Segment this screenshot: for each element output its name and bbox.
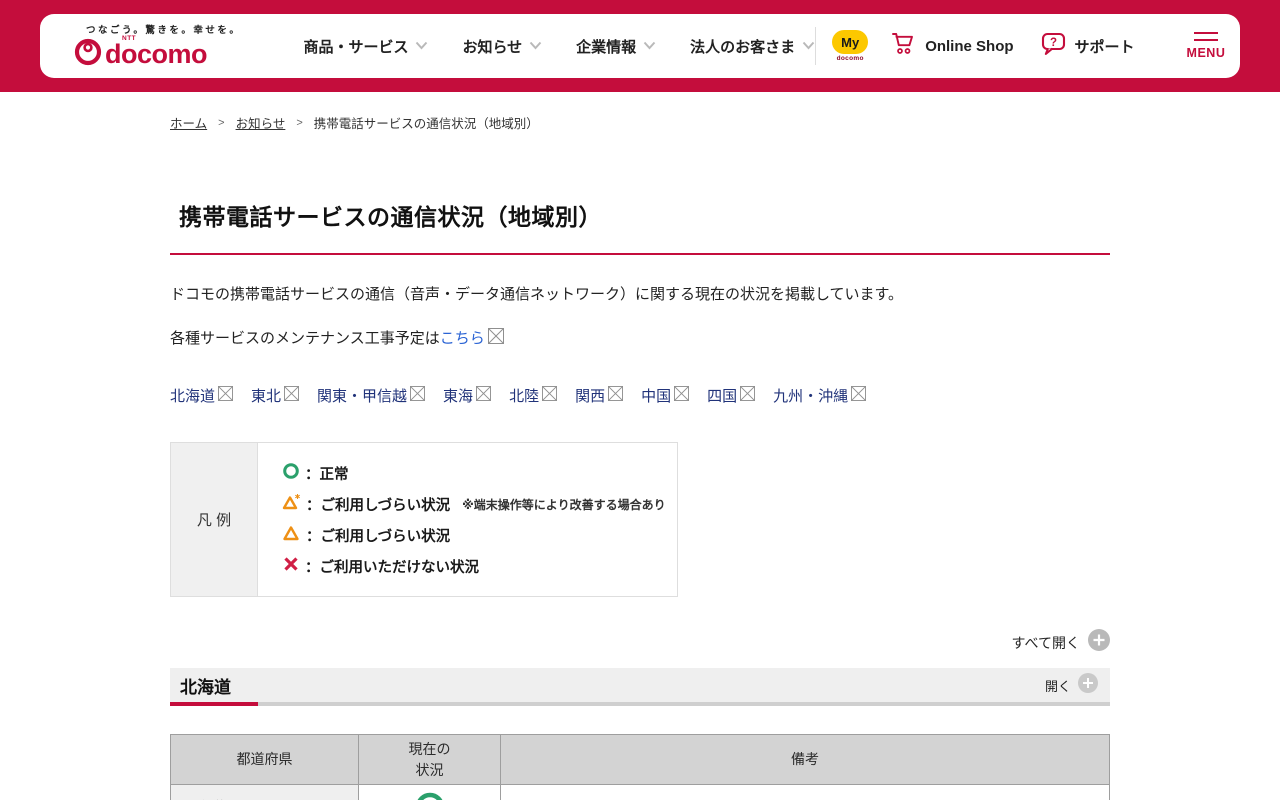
divider	[815, 27, 817, 65]
header-remarks: 備考	[500, 734, 1110, 785]
my-docomo-icon: My	[832, 30, 869, 54]
expand-all-button[interactable]: すべて開く	[170, 629, 1110, 656]
svg-text:?: ?	[1050, 37, 1057, 49]
region-link-shikoku[interactable]: 四国	[707, 385, 756, 406]
region-link-hokuriku[interactable]: 北陸	[509, 385, 558, 406]
plus-circle-icon	[1078, 672, 1098, 698]
region-link-kansai[interactable]: 関西	[575, 385, 624, 406]
maintenance-line: 各種サービスのメンテナンス工事予定は こちら	[170, 327, 1110, 348]
menu-button[interactable]: MENU	[1187, 32, 1226, 60]
page-title: 携帯電話サービスの通信状況（地域別）	[170, 198, 1110, 255]
broken-image-icon	[284, 386, 300, 405]
remarks-cell	[500, 784, 1110, 800]
docomo-wordmark: docomo	[105, 38, 208, 69]
region-link-kyushu-okinawa[interactable]: 九州・沖縄	[773, 385, 867, 406]
broken-image-icon	[487, 327, 504, 348]
support-button[interactable]: ? サポート	[1040, 30, 1135, 62]
prefecture-cell: 北海道	[170, 784, 359, 800]
chevron-down-icon	[415, 37, 428, 55]
legend-heading: 凡 例	[171, 443, 258, 596]
my-docomo-button[interactable]: My docomo	[832, 30, 869, 62]
table-header-row: 都道府県 現在の 状況 備考	[170, 734, 1110, 785]
broken-image-icon	[542, 386, 558, 405]
hamburger-icon	[1193, 32, 1218, 41]
broken-image-icon	[476, 386, 492, 405]
header-bar: つなごう。驚きを。幸せを。 NTT docomo 商品・サービス お知らせ 企業…	[40, 14, 1240, 78]
section-underline	[170, 702, 1110, 706]
region-link-hokkaido[interactable]: 北海道	[170, 385, 234, 406]
breadcrumb-current-page: 携帯電話サービスの通信状況（地域別）	[313, 117, 539, 131]
breadcrumb-separator: >	[296, 116, 303, 129]
brand-tagline: つなごう。驚きを。幸せを。	[86, 24, 242, 36]
main-content: 携帯電話サービスの通信状況（地域別） ドコモの携帯電話サービスの通信（音声・デー…	[170, 198, 1110, 800]
legend-item-degraded-improvable: ：ご利用しづらい状況 ※端末操作等により改善する場合あり	[282, 493, 667, 516]
maintenance-schedule-link[interactable]: こちら	[440, 327, 485, 348]
status-normal-icon	[282, 462, 300, 485]
status-unavailable-icon	[282, 555, 300, 578]
main-nav: 商品・サービス お知らせ 企業情報 法人のお客さま	[303, 36, 815, 57]
ntt-mark: NTT	[122, 34, 137, 42]
legend-box: 凡 例 ：正常 ：ご利用しづらい状況 ※端末操作等により改善する場合あり ：ご利…	[170, 442, 678, 597]
nav-corporate-info[interactable]: 企業情報	[576, 36, 656, 57]
section-title: 北海道	[180, 677, 231, 697]
chevron-down-icon	[643, 37, 656, 55]
broken-image-icon	[608, 386, 624, 405]
cart-icon	[890, 31, 917, 61]
docomo-logo[interactable]: つなごう。驚きを。幸せを。 NTT docomo	[74, 22, 241, 71]
intro-text: ドコモの携帯電話サービスの通信（音声・データ通信ネットワーク）に関する現在の状況…	[170, 286, 904, 303]
question-bubble-icon: ?	[1040, 30, 1067, 62]
region-link-tokai[interactable]: 東海	[443, 385, 492, 406]
online-shop-button[interactable]: Online Shop	[890, 31, 1014, 61]
header-utilities: My docomo Online Shop ? サポート MENU	[815, 27, 1229, 65]
open-section-button[interactable]: 開く	[1045, 672, 1098, 698]
breadcrumb: ホーム > お知らせ > 携帯電話サービスの通信状況（地域別）	[170, 113, 1280, 132]
header-prefecture: 都道府県	[170, 734, 359, 785]
broken-image-icon	[674, 386, 690, 405]
docomo-symbol-icon	[74, 38, 102, 71]
chevron-down-icon	[802, 37, 815, 55]
status-cell	[358, 784, 501, 800]
legend-item-unavailable: ：ご利用いただけない状況	[282, 555, 667, 578]
table-row: 北海道	[170, 784, 1110, 800]
plus-circle-icon	[1088, 629, 1110, 656]
breadcrumb-home-link[interactable]: ホーム	[170, 113, 207, 132]
region-link-chugoku[interactable]: 中国	[641, 385, 690, 406]
legend-item-degraded: ：ご利用しづらい状況	[282, 524, 667, 547]
broken-image-icon	[851, 386, 867, 405]
status-table: 都道府県 現在の 状況 備考 北海道	[170, 734, 1110, 800]
nav-business-customers[interactable]: 法人のお客さま	[690, 36, 815, 57]
broken-image-icon	[410, 386, 426, 405]
section-header-hokkaido: 北海道 開く	[170, 668, 1110, 702]
region-link-tohoku[interactable]: 東北	[251, 385, 300, 406]
nav-products-services[interactable]: 商品・サービス	[303, 36, 428, 57]
breadcrumb-news-link[interactable]: お知らせ	[236, 113, 286, 132]
status-degraded-asterisk-icon	[282, 493, 301, 516]
legend-note: ※端末操作等により改善する場合あり	[462, 497, 666, 512]
region-anchor-links: 北海道 東北 関東・甲信越 東海 北陸 関西 中国 四国 九州・沖縄	[170, 385, 1110, 406]
chevron-down-icon	[529, 37, 542, 55]
header-band: つなごう。驚きを。幸せを。 NTT docomo 商品・サービス お知らせ 企業…	[0, 0, 1280, 92]
header-current-status: 現在の 状況	[358, 734, 501, 785]
region-link-kanto-koshinetsu[interactable]: 関東・甲信越	[317, 385, 426, 406]
broken-image-icon	[218, 386, 234, 405]
broken-image-icon	[740, 386, 756, 405]
legend-item-normal: ：正常	[282, 462, 667, 485]
breadcrumb-separator: >	[218, 116, 225, 129]
nav-news[interactable]: お知らせ	[462, 36, 542, 57]
status-degraded-icon	[282, 524, 301, 547]
